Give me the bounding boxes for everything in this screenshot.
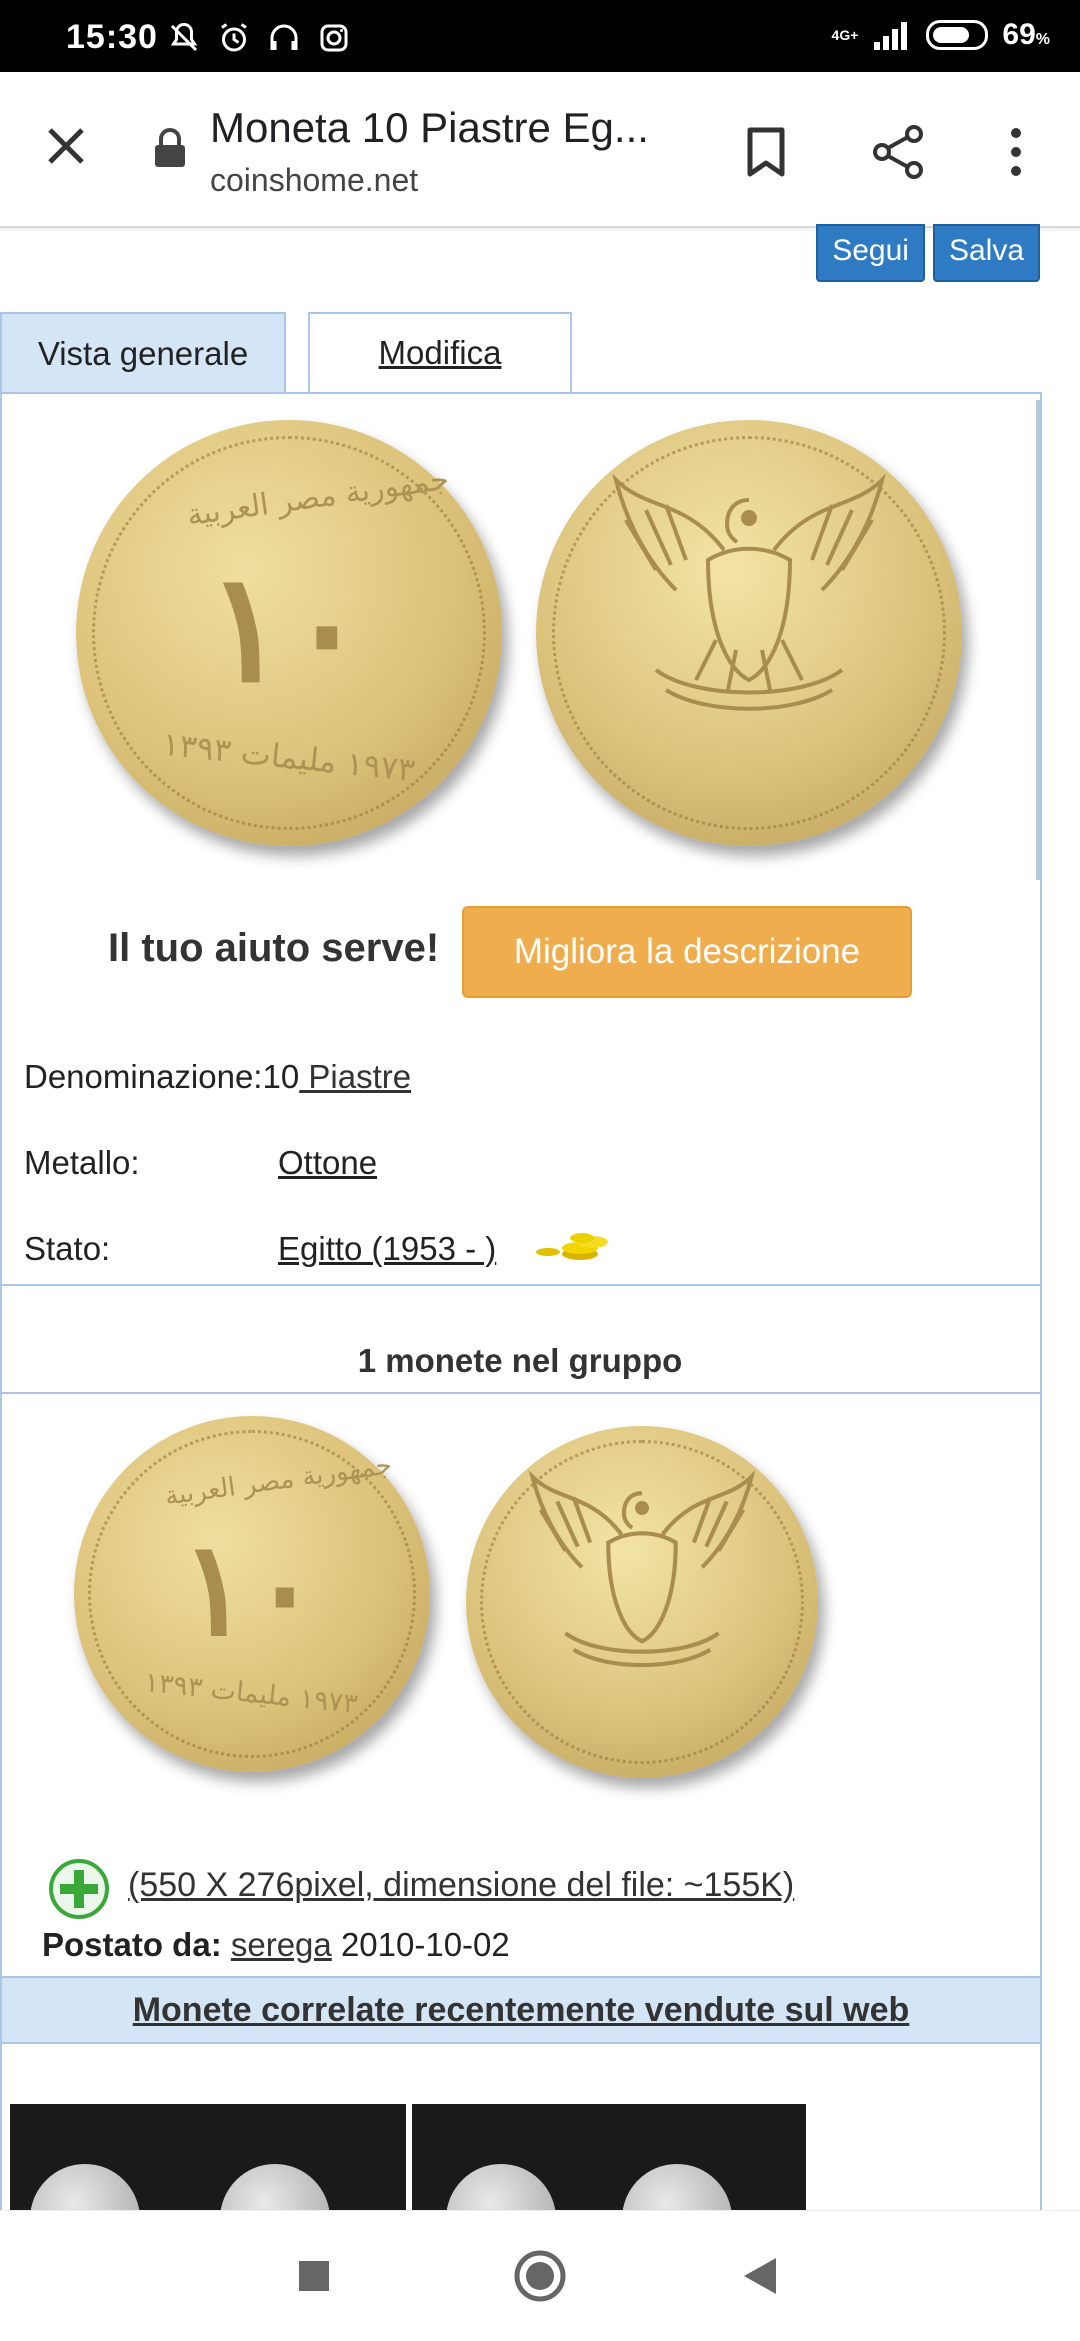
bookmark-button[interactable] (726, 112, 806, 192)
metal-row: Metallo: Ottone (24, 1144, 624, 1182)
close-tab-button[interactable] (30, 110, 102, 182)
back-triangle-icon (744, 2258, 776, 2294)
help-text: Il tuo aiuto serve! (108, 926, 440, 970)
group-coin-reverse-image[interactable] (466, 1426, 818, 1778)
full-size-image-link[interactable]: (550 X 276pixel, dimensione del file: ~1… (128, 1866, 794, 1905)
page-title[interactable]: Moneta 10 Piastre Eg... (210, 104, 649, 152)
group-title: 1 monete nel gruppo (357, 1342, 683, 1379)
eagle-emblem-icon (612, 473, 886, 711)
battery-icon (926, 20, 989, 50)
share-icon (873, 125, 923, 179)
lock-icon (155, 128, 185, 167)
posted-label: Postato da: (42, 1926, 222, 1963)
tab-bar: Vista generale Modifica (0, 312, 1040, 394)
tab-edit[interactable]: Modifica (308, 312, 572, 394)
more-vert-icon (1011, 128, 1021, 176)
zoom-plus-icon[interactable] (48, 1858, 110, 1920)
state-label: Stato: (24, 1230, 111, 1267)
battery-value: 69 (1002, 18, 1036, 51)
denomination-row: Denominazione:10 Piastre (24, 1058, 411, 1096)
metal-link[interactable]: Ottone (278, 1144, 377, 1182)
improve-description-button[interactable]: Migliora la descrizione (462, 906, 912, 998)
posted-by-row: Postato da: serega 2010-10-02 (42, 1926, 510, 1964)
clock: 15:30 (66, 18, 158, 56)
state-row: Stato: Egitto (1953 - ) (24, 1230, 724, 1268)
alarm-icon (221, 23, 247, 52)
notification-icons (166, 20, 352, 56)
instagram-icon (320, 24, 348, 52)
recents-button[interactable] (254, 2211, 374, 2341)
posted-date: 2010-10-02 (340, 1926, 510, 1963)
coin-reverse-image[interactable] (536, 420, 962, 846)
close-icon (48, 128, 84, 164)
state-link[interactable]: Egitto (1953 - ) (278, 1230, 496, 1268)
metal-label: Metallo: (24, 1144, 140, 1181)
status-bar: 15:30 4G+ 69% (0, 0, 1080, 72)
home-button[interactable] (480, 2211, 600, 2341)
follow-save-group: Segui Salva (816, 224, 1040, 282)
denomination-link[interactable]: Piastre (299, 1058, 411, 1095)
related-sold-header: Monete correlate recentemente vendute su… (2, 1976, 1040, 2044)
save-button[interactable]: Salva (932, 224, 1040, 282)
recents-square-icon (299, 2261, 329, 2291)
browser-toolbar: Moneta 10 Piastre Eg... coinshome.net (0, 72, 1080, 228)
related-thumbnail[interactable] (10, 2104, 406, 2210)
group-coin-obverse-image[interactable]: جمهورية مصر العربية ١٠ ١٩٧٣ مليمات ١٣٩٣ (74, 1416, 430, 1772)
home-circle-icon (514, 2250, 566, 2302)
back-button[interactable] (700, 2211, 820, 2341)
bookmark-icon (747, 127, 785, 177)
thumb-coin (220, 2164, 330, 2210)
coins-stack-icon (536, 1233, 608, 1260)
system-nav-bar (0, 2210, 1080, 2341)
denomination-value: 10 (262, 1058, 300, 1095)
coin-obverse-numeral: ١٠ (206, 540, 368, 716)
mute-bell-icon (170, 22, 198, 52)
coin-obverse-image[interactable]: جمهورية مصر العربية ١٠ ١٩٧٣ مليمات ١٣٩٣ (76, 420, 502, 846)
related-thumbnail[interactable] (412, 2104, 806, 2210)
thumb-coin (30, 2164, 140, 2210)
related-sold-link[interactable]: Monete correlate recentemente vendute su… (133, 1991, 910, 2030)
scrollbar[interactable] (1036, 400, 1040, 880)
follow-button[interactable]: Segui (816, 224, 925, 282)
posted-user-link[interactable]: serega (231, 1926, 332, 1963)
network-indicator: 4G+ (832, 28, 859, 42)
share-button[interactable] (858, 112, 938, 192)
eagle-emblem-icon (528, 1470, 756, 1668)
battery-unit: % (1035, 31, 1050, 48)
tab-overview[interactable]: Vista generale (0, 312, 286, 394)
section-divider (2, 1284, 1040, 1286)
denomination-label: Denominazione: (24, 1058, 263, 1095)
battery-percent: 69% (1002, 18, 1050, 52)
signal-icon (874, 22, 908, 50)
thumb-coin (622, 2164, 732, 2210)
group-coin-obverse-numeral: ١٠ (180, 1512, 320, 1665)
headphones-icon (270, 24, 298, 50)
section-divider (2, 1392, 1040, 1394)
site-info-button[interactable] (148, 124, 192, 172)
more-menu-button[interactable] (976, 112, 1056, 192)
network-type: 4G+ (831, 27, 859, 43)
page-host[interactable]: coinshome.net (210, 162, 418, 199)
thumb-coin (446, 2164, 556, 2210)
